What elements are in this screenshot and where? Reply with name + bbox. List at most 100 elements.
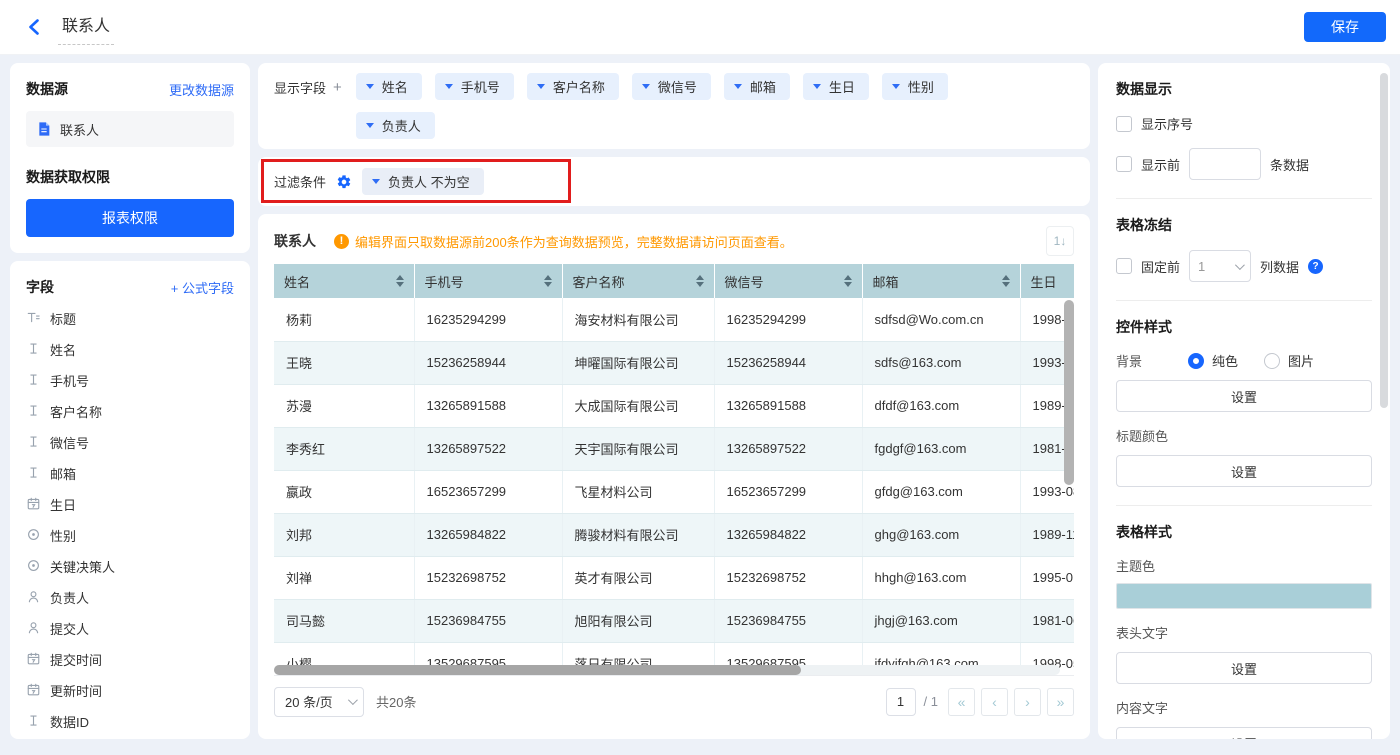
display-field-chip[interactable]: 生日	[802, 73, 869, 100]
show-top-checkbox[interactable]	[1116, 156, 1132, 172]
table-cell: 15236258944	[414, 341, 563, 385]
field-item[interactable]: 姓名	[26, 334, 234, 365]
display-field-chip[interactable]: 微信号	[631, 73, 711, 100]
back-button[interactable]	[24, 17, 44, 37]
table-cell: 大成国际有限公司	[562, 384, 715, 428]
table-cell: ghg@163.com	[862, 513, 1021, 557]
image-radio[interactable]	[1264, 352, 1281, 369]
column-header[interactable]: 手机号	[414, 264, 563, 298]
sort-order-button[interactable]: 1↓	[1046, 226, 1074, 256]
prev-page-button[interactable]: ‹	[981, 687, 1008, 716]
horizontal-scrollbar[interactable]	[274, 665, 1060, 675]
solid-color-radio[interactable]	[1188, 352, 1204, 369]
display-field-chip[interactable]: 邮箱	[723, 73, 790, 100]
table-cell: 13265984822	[714, 513, 863, 557]
field-item[interactable]: 性别	[26, 520, 234, 551]
datasource-item-label: 联系人	[60, 122, 100, 138]
chevron-down-icon	[365, 84, 374, 89]
theme-color-swatch[interactable]	[1116, 583, 1372, 609]
column-header[interactable]: 客户名称	[562, 264, 715, 298]
field-item[interactable]: 微信号	[26, 427, 234, 458]
column-header[interactable]: 邮箱	[862, 264, 1021, 298]
field-item-label: 邮箱	[50, 467, 77, 482]
sort-arrows-icon[interactable]	[1001, 275, 1010, 287]
column-header-inner: 手机号	[425, 272, 552, 291]
last-page-button[interactable]: »	[1047, 687, 1074, 716]
field-item[interactable]: 负责人	[26, 582, 234, 613]
sort-arrows-icon[interactable]	[843, 275, 852, 287]
table-cell: 15236984755	[414, 599, 563, 643]
first-page-button[interactable]: «	[948, 687, 975, 716]
field-item[interactable]: 生日	[26, 489, 234, 520]
field-item[interactable]: 数据ID	[26, 706, 234, 737]
title-color-setting-button[interactable]: 设置	[1116, 455, 1372, 487]
sort-arrows-icon[interactable]	[395, 275, 404, 287]
field-item[interactable]: 邮箱	[26, 458, 234, 489]
table-row: 司马懿 15236984755 旭阳有限公司 15236984755 jhgj@163.…	[274, 599, 1074, 643]
show-top-count-input[interactable]	[1189, 148, 1262, 180]
display-field-chip[interactable]: 客户名称	[526, 73, 619, 100]
table-cell: 13265891588	[414, 384, 563, 428]
display-field-chip[interactable]: 负责人	[355, 112, 435, 139]
table-header-row: 姓名 手机号 客户名称 微信号 邮箱 生日	[274, 264, 1074, 298]
field-item-label: 关键决策人	[50, 560, 116, 575]
field-item[interactable]: 标题	[26, 303, 234, 334]
field-item[interactable]: 手机号	[26, 365, 234, 396]
next-page-button[interactable]: ›	[1014, 687, 1041, 716]
field-item-label: 提交人	[50, 622, 90, 637]
add-formula-field-link[interactable]: + 公式字段	[171, 278, 234, 297]
data-display-heading: 数据显示	[1116, 81, 1172, 97]
horizontal-scrollbar-thumb[interactable]	[274, 665, 801, 675]
vertical-scrollbar[interactable]	[1064, 300, 1074, 485]
column-header-label: 邮箱	[872, 274, 899, 290]
person-icon	[26, 589, 41, 607]
preview-toolbar: 联系人 ! 编辑界面只取数据源前200条作为查询数据预览，完整数据请访问页面查看…	[274, 226, 1074, 256]
save-button[interactable]: 保存	[1304, 12, 1386, 42]
field-item-label: 更新时间	[50, 684, 103, 699]
freeze-count-select[interactable]: 1	[1189, 250, 1252, 282]
display-field-chip[interactable]: 姓名	[355, 73, 422, 100]
add-display-field-button[interactable]: +	[333, 79, 342, 96]
datasource-item[interactable]: 联系人	[26, 111, 234, 147]
report-permission-button[interactable]: 报表权限	[26, 199, 234, 237]
field-item[interactable]: 客户名称	[26, 396, 234, 427]
page-size-select[interactable]: 20 条/页	[274, 686, 364, 717]
table-row: 嬴政 16523657299 飞星材料公司 16523657299 gfdg@163.c…	[274, 470, 1074, 514]
display-field-chip[interactable]: 手机号	[434, 73, 514, 100]
settings-panel: 数据显示 显示序号 显示前 条数据 表格冻结 固定前 1 列数据 ? 控件样式 …	[1098, 63, 1390, 739]
column-header[interactable]: 生日	[1020, 264, 1074, 298]
display-fields-label: 显示字段	[274, 81, 327, 96]
freeze-prefix: 固定前	[1141, 259, 1181, 275]
column-header[interactable]: 姓名	[274, 264, 415, 298]
field-item[interactable]: 更新时间	[26, 675, 234, 706]
settings-scrollbar[interactable]	[1380, 73, 1388, 408]
freeze-columns-checkbox[interactable]	[1116, 258, 1132, 274]
filter-condition-chip[interactable]: 负责人 不为空	[362, 168, 484, 195]
solid-color-label: 纯色	[1212, 354, 1239, 369]
gear-icon[interactable]	[336, 174, 352, 190]
column-header[interactable]: 微信号	[714, 264, 863, 298]
table-cell: 腾骏材料有限公司	[562, 513, 715, 557]
table-row: 王晓 15236258944 坤曜国际有限公司 15236258944 sdfs@163…	[274, 341, 1074, 385]
background-setting-button[interactable]: 设置	[1116, 380, 1372, 412]
field-item[interactable]: 提交人	[26, 613, 234, 644]
field-item[interactable]: 提交时间	[26, 644, 234, 675]
column-header-inner: 邮箱	[873, 272, 1010, 291]
content-text-setting-button[interactable]: 设置	[1116, 727, 1372, 739]
field-item[interactable]: 关键决策人	[26, 551, 234, 582]
preview-table-zone: 姓名 手机号 客户名称 微信号 邮箱 生日 杨莉 16235294299 海安材料有限公司 16…	[274, 264, 1074, 675]
sort-arrows-icon[interactable]	[695, 275, 704, 287]
display-field-chip[interactable]: 性别	[881, 73, 948, 100]
title-icon	[26, 310, 41, 328]
header-text-setting-button[interactable]: 设置	[1116, 652, 1372, 684]
filter-condition-text: 负责人 不为空	[388, 175, 470, 190]
help-icon[interactable]: ?	[1308, 258, 1324, 274]
field-item-label: 提交时间	[50, 653, 103, 668]
field-item-label: 性别	[50, 529, 77, 544]
sort-arrows-icon[interactable]	[543, 275, 552, 287]
change-datasource-link[interactable]: 更改数据源	[169, 80, 234, 99]
page-number-input[interactable]	[885, 687, 916, 716]
show-index-checkbox[interactable]	[1116, 115, 1132, 132]
table-cell: 15232698752	[714, 556, 863, 600]
display-field-chip-label: 性别	[907, 80, 934, 95]
